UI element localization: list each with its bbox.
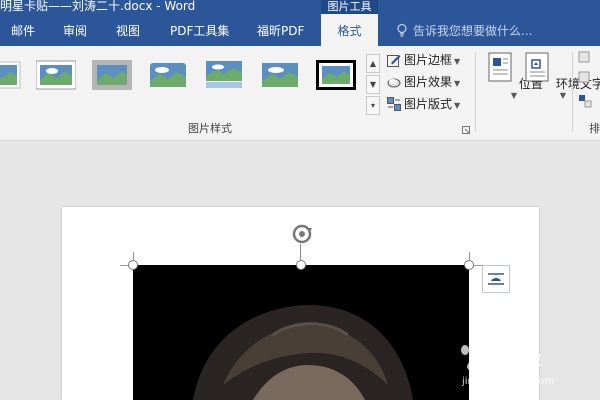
watermark-brand: 经验 [505,349,541,370]
context-tab-picture-tools: 图片工具 [321,0,378,14]
lightbulb-icon [397,23,407,37]
title-bar: 明星卡贴——刘涛二十.docx - Word 图片工具 [0,0,600,14]
tab-foxit-pdf[interactable]: 福昕PDF [257,14,304,46]
portrait-hair [193,304,413,400]
tab-pdf-tools[interactable]: PDF工具集 [170,14,229,46]
picture-layout-button[interactable]: 图片版式 ▼ [387,94,460,114]
picture-style-thumb-3[interactable] [92,60,132,90]
rotate-handle-icon[interactable] [290,222,314,246]
picture-style-thumb-7-selected[interactable] [316,60,356,90]
effects-icon [387,78,401,88]
watermark-url: jingyan.baidu.com [462,376,555,387]
chevron-down-icon: ▼ [454,101,461,110]
picture-border-label: 图片边框 [404,53,453,67]
resize-handle-top-center[interactable] [296,260,306,270]
picture-layout-label: 图片版式 [404,97,453,111]
picture-style-thumb-2[interactable] [36,60,76,90]
tab-view[interactable]: 视图 [116,14,140,46]
layout-options-button[interactable] [482,265,510,293]
picture-effects-label: 图片效果 [404,75,453,89]
resize-handle-top-left[interactable] [128,260,138,270]
gallery-more-button[interactable]: ▾ [366,96,380,115]
picture-style-thumb-5[interactable] [204,60,244,90]
group-separator [572,52,573,132]
picture-styles-group-label: 图片样式 [188,122,232,135]
position-icon [488,52,512,82]
resize-handle-top-right[interactable] [464,260,474,270]
tab-mailings[interactable]: 邮件 [11,14,35,46]
chevron-down-icon: ▼ [454,79,461,88]
picture-layout-icon [387,97,401,111]
ribbon-tabs: 邮件 审阅 视图 PDF工具集 福昕PDF 格式 告诉我您想要做什么... [0,14,600,46]
tab-format[interactable]: 格式 [321,14,378,46]
ribbon-body: ▲ ▼ ▾ 图片样式 图片边框 ▼ 图片效果 ▼ 图片版式 ▼ 位置 ▼ 环境文… [0,46,600,141]
group-separator [475,52,476,132]
rotate-connector [300,244,301,260]
tell-me-search[interactable]: 告诉我您想要做什么... [395,14,532,46]
selection-pane-icon[interactable] [577,93,597,109]
bring-forward-icon[interactable] [577,50,597,66]
tab-review[interactable]: 审阅 [63,14,87,46]
selected-portrait-image[interactable] [133,265,469,400]
arrange-group-label: 排 [589,122,600,135]
picture-style-thumb-4[interactable] [148,60,188,90]
layout-options-icon [488,273,504,285]
picture-style-thumb-1[interactable] [0,60,22,90]
gallery-scroll: ▲ ▼ ▾ [366,54,380,115]
tell-me-text: 告诉我您想要做什么... [413,24,533,38]
gallery-up-button[interactable]: ▲ [366,54,380,73]
wrap-text-icon [525,52,549,82]
picture-border-button[interactable]: 图片边框 ▼ [387,50,460,70]
dialog-launcher-icon[interactable] [462,126,470,134]
picture-effects-button[interactable]: 图片效果 ▼ [387,72,460,92]
window-title: 明星卡贴——刘涛二十.docx - Word [0,0,196,13]
chevron-down-icon: ▼ [454,57,461,66]
picture-style-thumb-6[interactable] [260,60,300,90]
pen-border-icon [387,55,401,67]
gallery-down-button[interactable]: ▼ [366,75,380,94]
send-backward-icon[interactable] [577,70,597,86]
